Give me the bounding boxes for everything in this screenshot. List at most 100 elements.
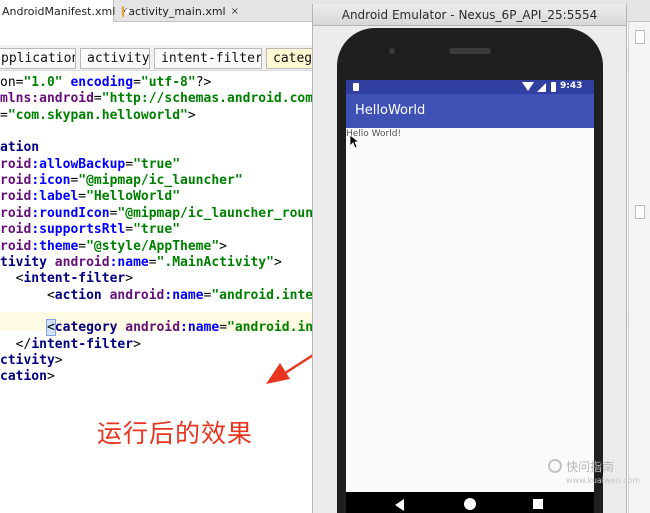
status-time: 9:43 <box>560 81 583 91</box>
tab-label: activity_main.xml <box>128 4 226 18</box>
back-icon[interactable] <box>395 499 404 511</box>
breadcrumb-activity[interactable]: activity <box>80 48 150 69</box>
code-token: "@mipmap/ic_launcher_round <box>117 205 321 221</box>
code-token: cation <box>0 369 47 385</box>
code-token: :roundIcon <box>31 205 110 221</box>
breadcrumb-application[interactable]: pplication <box>0 48 76 69</box>
home-icon[interactable] <box>464 498 476 510</box>
code-token: </ <box>0 336 32 352</box>
code-line: ation <box>0 140 39 156</box>
code-line: roid:roundIcon="@mipmap/ic_launcher_roun… <box>0 206 321 222</box>
code-line: roid:supportsRtl="true" <box>0 222 180 238</box>
code-token: < <box>0 271 24 287</box>
code-token: intent-filter <box>31 336 134 352</box>
code-token: = <box>133 75 141 90</box>
layout-file-icon <box>122 5 132 17</box>
emulator-side-panel <box>628 22 650 513</box>
code-token: = <box>93 91 102 107</box>
tab-label: AndroidManifest.xml <box>2 4 116 18</box>
code-line: ctivity> <box>0 353 63 369</box>
code-token: roid <box>0 189 32 205</box>
code-token: = <box>125 156 134 172</box>
code-token: "@style/AppTheme" <box>86 238 220 254</box>
code-token: on= <box>0 75 24 90</box>
code-token: > <box>273 254 282 270</box>
mouse-cursor-icon <box>350 135 360 149</box>
phone-frame: 9:43 HelloWorld Hello World! <box>337 28 603 513</box>
code-token: "utf-8" <box>140 75 196 90</box>
code-token: :label <box>31 189 79 205</box>
code-token: = <box>219 320 228 336</box>
code-token: :name <box>109 254 149 270</box>
code-token: ctivity <box>0 352 55 368</box>
code-token: intent-filter <box>23 271 126 287</box>
code-token: "HelloWorld" <box>86 189 181 205</box>
code-line: cation> <box>0 369 55 385</box>
code-token: :allowBackup <box>31 156 126 172</box>
code-line: roid:label="HelloWorld" <box>0 189 180 205</box>
code-token: roid <box>0 238 32 254</box>
code-token: category <box>54 320 126 336</box>
device-screen[interactable]: 9:43 HelloWorld Hello World! <box>346 80 594 513</box>
code-line: ="com.skypan.helloworld"> <box>0 108 196 124</box>
recents-icon[interactable] <box>533 499 543 509</box>
wifi-icon <box>522 82 534 91</box>
status-bar: 9:43 <box>346 80 594 94</box>
code-token: "true" <box>133 222 181 238</box>
code-token: > <box>187 107 196 123</box>
speaker-icon <box>449 48 491 54</box>
code-token: roid <box>0 156 32 172</box>
emulator-window: Android Emulator - Nexus_6P_API_25:5554 … <box>312 4 627 513</box>
code-token: mlns:android <box>0 91 94 107</box>
code-token: = <box>78 189 87 205</box>
tab-android-manifest[interactable]: AndroidManifest.xml × <box>0 0 129 22</box>
code-line: tivity android:name=".MainActivity"> <box>0 255 282 271</box>
sd-card-icon <box>353 83 359 91</box>
watermark-url: www.kuaiwen.com <box>566 476 641 485</box>
code-token: "com.skypan.helloworld" <box>7 107 188 123</box>
code-token: = <box>125 222 134 238</box>
code-token: > <box>125 271 134 287</box>
panel-button[interactable] <box>635 205 645 219</box>
code-line: roid:allowBackup="true" <box>0 157 180 173</box>
code-token: < <box>45 319 56 337</box>
code-line: <action android:name="android.intent <box>0 288 329 304</box>
code-token: "@mipmap/ic_launcher" <box>78 173 243 189</box>
code-token: = <box>78 238 87 254</box>
code-token: roid <box>0 205 32 221</box>
code-token: > <box>133 336 141 352</box>
code-line: </intent-filter> <box>0 337 141 353</box>
panel-button[interactable] <box>635 30 645 44</box>
close-icon[interactable]: × <box>231 6 239 17</box>
code-token: "1.0" <box>23 75 63 90</box>
code-token: < <box>0 287 55 303</box>
code-line: <category android:name="android.inte <box>0 319 329 337</box>
breadcrumb-category[interactable]: catego <box>266 48 316 69</box>
navigation-bar <box>346 492 594 513</box>
code-line: mlns:android="http://schemas.android.com… <box>0 91 321 107</box>
code-line: <intent-filter> <box>0 271 133 287</box>
code-token: :theme <box>31 238 79 254</box>
code-token: :icon <box>31 173 71 189</box>
code-token: :supportsRtl <box>31 222 126 238</box>
code-token: "true" <box>133 156 181 172</box>
breadcrumb-intent-filter[interactable]: intent-filter <box>154 48 262 69</box>
code-token: roid <box>0 222 32 238</box>
code-token: android <box>109 287 165 303</box>
screenshot-root: AndroidManifest.xml × activity_main.xml … <box>0 0 650 513</box>
code-token: ?> <box>195 75 212 90</box>
battery-icon <box>551 82 556 92</box>
code-token: ation <box>0 140 40 156</box>
code-token: > <box>46 369 55 385</box>
code-token: action <box>54 287 110 303</box>
code-token: :name <box>164 287 204 303</box>
camera-icon <box>389 48 395 54</box>
code-token: roid <box>0 173 32 189</box>
code-token: :name <box>180 320 220 336</box>
tab-activity-main[interactable]: activity_main.xml × <box>118 0 243 22</box>
code-token: tivity <box>0 254 55 270</box>
code-line: roid:theme="@style/AppTheme"> <box>0 239 227 255</box>
emulator-title[interactable]: Android Emulator - Nexus_6P_API_25:5554 <box>313 4 626 26</box>
code-token: android <box>54 254 110 270</box>
